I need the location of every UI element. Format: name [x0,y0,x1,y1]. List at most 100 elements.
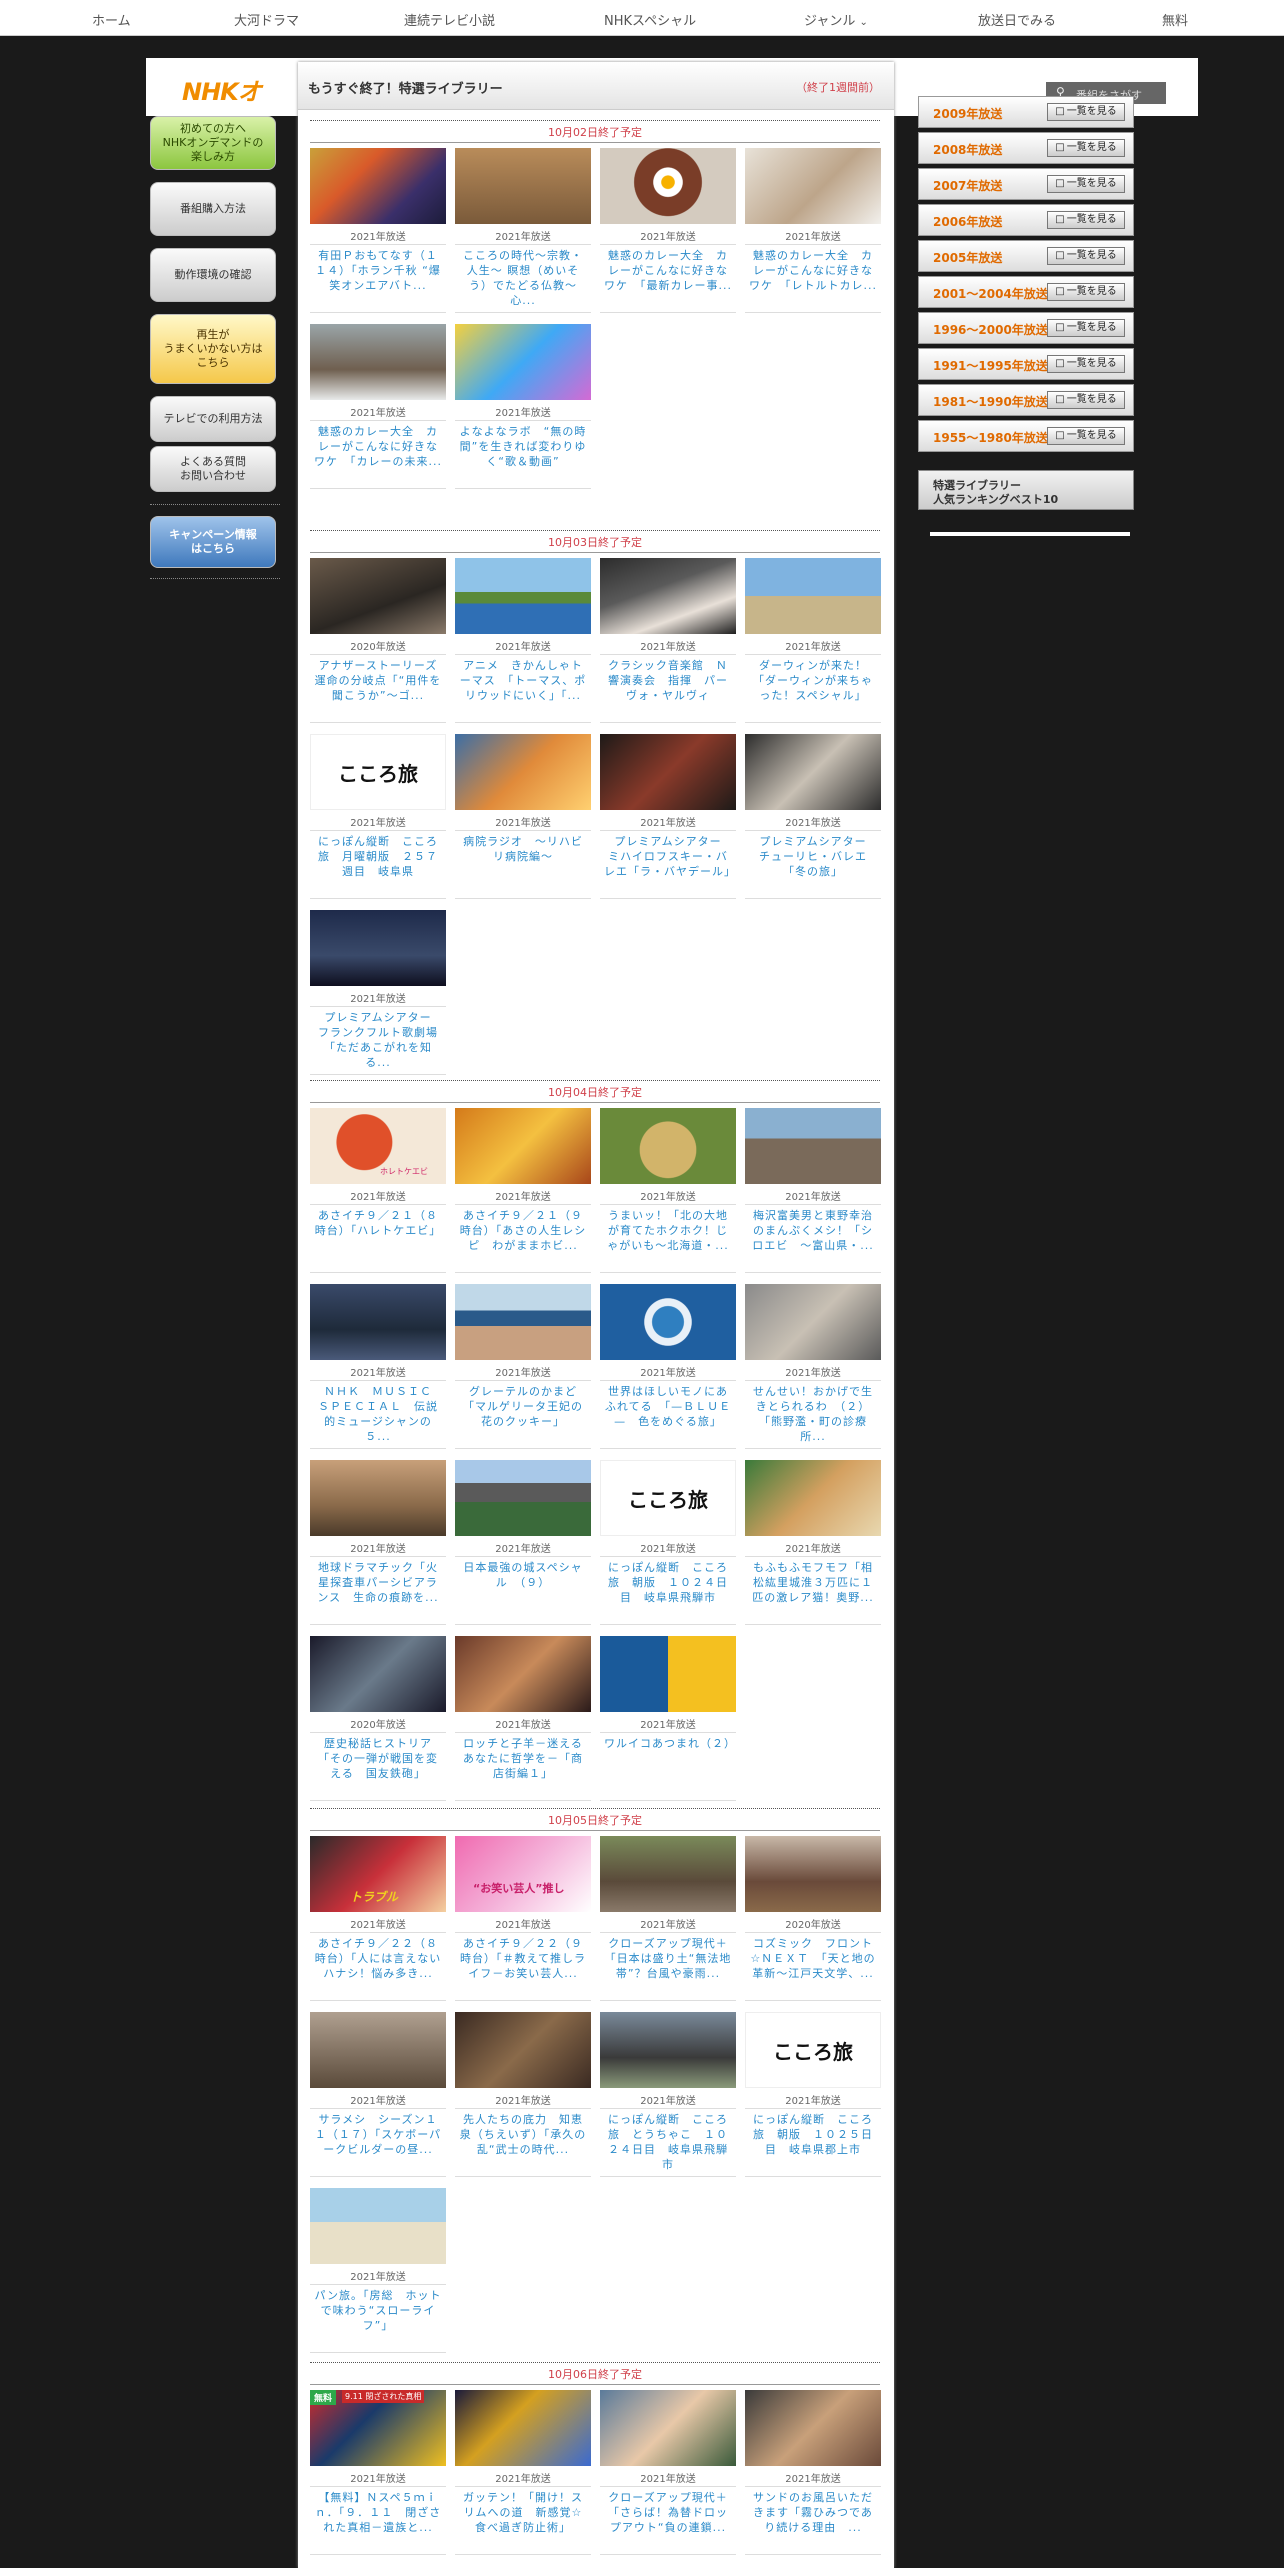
program-thumbnail[interactable]: トラブル [310,1836,446,1912]
view-list-button[interactable]: □ 一覧を見る [1047,427,1125,445]
program-title-link[interactable]: ロッチと子羊－迷えるあなたに哲学を－「商店街編１」 [459,1736,587,1781]
program-thumbnail[interactable] [455,324,591,400]
program-thumbnail[interactable] [745,734,881,810]
program-thumbnail[interactable]: 無料 9.11 閉ざされた真相 [310,2390,446,2466]
program-thumbnail[interactable] [600,734,736,810]
program-thumbnail[interactable] [310,148,446,224]
program-title-link[interactable]: パン旅。「房総 ホットで味わう“スローライフ”」 [314,2288,442,2333]
program-title-link[interactable]: 魅惑のカレー大全 カレーがこんなに好きなワケ 「レトルトカレ... [749,248,877,293]
program-title-link[interactable]: グレーテルのかまど「マルゲリータ王妃の花のクッキー」 [459,1384,587,1429]
program-thumbnail[interactable] [600,1836,736,1912]
sidebar-playback-help[interactable]: 再生が うまくいかない方は こちら [150,314,276,384]
year-list-button[interactable]: 2001〜2004年放送 □ 一覧を見る [918,276,1134,308]
program-title-link[interactable]: ワルイコあつまれ（２） [604,1736,735,1751]
program-title-link[interactable]: こころの時代～宗教・人生～ 瞑想（めいそう）でたどる仏教～心... [459,248,587,308]
year-list-button[interactable]: 2009年放送 □ 一覧を見る [918,96,1134,128]
program-title-link[interactable]: にっぽん縦断 こころ旅 朝版 １０２４日目 岐阜県飛騨市 [604,1560,732,1605]
program-thumbnail[interactable] [455,2390,591,2466]
program-thumbnail[interactable] [600,1284,736,1360]
program-thumbnail[interactable] [745,1108,881,1184]
view-list-button[interactable]: □ 一覧を見る [1047,355,1125,373]
view-list-button[interactable]: □ 一覧を見る [1047,103,1125,121]
program-thumbnail[interactable] [455,558,591,634]
program-thumbnail[interactable] [600,1636,736,1712]
view-list-button[interactable]: □ 一覧を見る [1047,283,1125,301]
program-thumbnail[interactable]: こころ旅 [600,1460,736,1536]
program-thumbnail[interactable] [310,1636,446,1712]
program-title-link[interactable]: クローズアップ現代＋「日本は盛り土“無法地帯”？台風や豪雨... [604,1936,732,1981]
program-title-link[interactable]: にっぽん縦断 こころ旅 月曜朝版 ２５７週目 岐阜県 [314,834,442,879]
program-title-link[interactable]: あさイチ９／２２（９時台）「＃教えて推しライフ－お笑い芸人... [459,1936,587,1981]
ranking-banner[interactable]: 特選ライブラリー 人気ランキングベスト10 [918,470,1134,510]
program-thumbnail[interactable] [600,2390,736,2466]
program-thumbnail[interactable] [745,558,881,634]
nav-free[interactable]: 無料 [1162,10,1188,29]
program-thumbnail[interactable] [600,558,736,634]
nav-nhk-special[interactable]: NHKスペシャル [604,10,696,29]
view-list-button[interactable]: □ 一覧を見る [1047,175,1125,193]
program-thumbnail[interactable] [455,1460,591,1536]
program-title-link[interactable]: 魅惑のカレー大全 カレーがこんなに好きなワケ 「最新カレー事... [604,248,732,293]
year-list-button[interactable]: 1981〜1990年放送 □ 一覧を見る [918,384,1134,416]
nhk-ondemand-logo[interactable]: NHKオ [182,72,262,107]
program-thumbnail[interactable] [310,1460,446,1536]
year-list-button[interactable]: 1955〜1980年放送 □ 一覧を見る [918,420,1134,452]
program-title-link[interactable]: にっぽん縦断 こころ旅 とうちゃこ １０２４日目 岐阜県飛騨市 [604,2112,732,2172]
program-thumbnail[interactable] [600,1108,736,1184]
program-thumbnail[interactable] [455,1636,591,1712]
program-thumbnail[interactable] [455,1284,591,1360]
program-thumbnail[interactable] [310,324,446,400]
program-title-link[interactable]: 有田Ｐおもてなす（１１４）「ホラン千秋 “爆笑オンエアバト... [314,248,442,293]
year-list-button[interactable]: 2008年放送 □ 一覧を見る [918,132,1134,164]
program-title-link[interactable]: アナザーストーリーズ 運命の分岐点「“用件を聞こうか”～ゴ... [314,658,449,703]
program-title-link[interactable]: 地球ドラマチック「火星探査車パーシビアランス 生命の痕跡を... [314,1560,442,1605]
program-thumbnail[interactable]: こころ旅 [745,2012,881,2088]
program-title-link[interactable]: あさイチ９／２１（９時台）「あさの人生レシピ わがままホビ... [459,1208,587,1253]
program-title-link[interactable]: うまいッ！「北の大地が育てたホクホク！じゃがいも～北海道・... [604,1208,732,1253]
program-title-link[interactable]: もふもふモフモフ「相松紘里城淮３万匹に１匹の激レア猫！奥野... [749,1560,877,1605]
program-title-link[interactable]: 先人たちの底力 知恵泉（ちえいず）「承久の乱“武士の時代... [459,2112,587,2157]
view-list-button[interactable]: □ 一覧を見る [1047,139,1125,157]
program-title-link[interactable]: にっぽん縦断 こころ旅 朝版 １０２５日目 岐阜県郡上市 [749,2112,877,2157]
program-title-link[interactable]: プレミアムシアター チューリヒ・バレエ「冬の旅」 [749,834,878,879]
view-list-button[interactable]: □ 一覧を見る [1047,319,1125,337]
program-title-link[interactable]: ＮＨＫ ＭＵＳＩＣ ＳＰＥＣＩＡＬ 伝説的ミュージシャンの５... [314,1384,443,1444]
year-list-button[interactable]: 1996〜2000年放送 □ 一覧を見る [918,312,1134,344]
sidebar-beginners-guide[interactable]: 初めての方へ NHKオンデマンドの 楽しみ方 [150,116,276,170]
program-title-link[interactable]: クローズアップ現代＋「さらば！為替ドロップアウト“負の連鎖... [604,2490,732,2535]
program-title-link[interactable]: 歴史秘話ヒストリア「その一弾が戦国を変える 国友鉄砲」 [314,1736,442,1781]
program-thumbnail[interactable] [745,1460,881,1536]
program-title-link[interactable]: 日本最強の城スペシャル （９） [459,1560,587,1590]
program-thumbnail[interactable] [600,148,736,224]
program-thumbnail[interactable] [455,148,591,224]
year-list-button[interactable]: 2006年放送 □ 一覧を見る [918,204,1134,236]
nav-renzoku-drama[interactable]: 連続テレビ小説 [404,10,495,29]
sidebar-purchase-method[interactable]: 番組購入方法 [150,182,276,236]
program-title-link[interactable]: せんせい！おかげで生きとられるわ （２）「熊野濫・町の診療所... [749,1384,877,1444]
program-thumbnail[interactable] [745,148,881,224]
program-title-link[interactable]: 梅沢富美男と東野幸治のまんぷくメシ！「シロエビ ～富山県・... [749,1208,877,1253]
nav-home[interactable]: ホーム [92,10,131,29]
sidebar-tv-usage[interactable]: テレビでの利用方法 [150,396,276,442]
program-thumbnail[interactable] [455,1108,591,1184]
program-thumbnail[interactable] [745,1284,881,1360]
program-title-link[interactable]: ガッテン！「開け！スリムへの道 新感覚☆食べ過ぎ防止術」 [459,2490,587,2535]
program-title-link[interactable]: コズミック フロント☆ＮＥＸＴ 「天と地の革新～江戸天文学、... [749,1936,877,1981]
program-thumbnail[interactable] [310,2188,446,2264]
program-thumbnail[interactable] [310,558,446,634]
program-thumbnail[interactable] [310,2012,446,2088]
nav-taiga-drama[interactable]: 大河ドラマ [234,10,299,29]
program-thumbnail[interactable] [455,734,591,810]
program-thumbnail[interactable] [745,2390,881,2466]
program-thumbnail[interactable] [600,2012,736,2088]
program-title-link[interactable]: アニメ きかんしゃトーマス 「トーマス、ポリウッドにいく」「... [459,658,587,703]
sidebar-faq-contact[interactable]: よくある質問 お問い合わせ [150,446,276,492]
program-title-link[interactable]: あさイチ９／２２（８時台）「人には言えないハナシ！悩み多き... [314,1936,442,1981]
year-list-button[interactable]: 2005年放送 □ 一覧を見る [918,240,1134,272]
program-thumbnail[interactable]: こころ旅 [310,734,446,810]
program-title-link[interactable]: サラメシ シーズン１１（１７）「スケボーパークビルダーの昼... [314,2112,442,2157]
program-thumbnail[interactable] [310,910,446,986]
program-title-link[interactable]: あさイチ９／２１（８時台）「ハレトケエビ」 [314,1208,442,1238]
year-list-button[interactable]: 1991〜1995年放送 □ 一覧を見る [918,348,1134,380]
program-thumbnail[interactable] [310,1284,446,1360]
